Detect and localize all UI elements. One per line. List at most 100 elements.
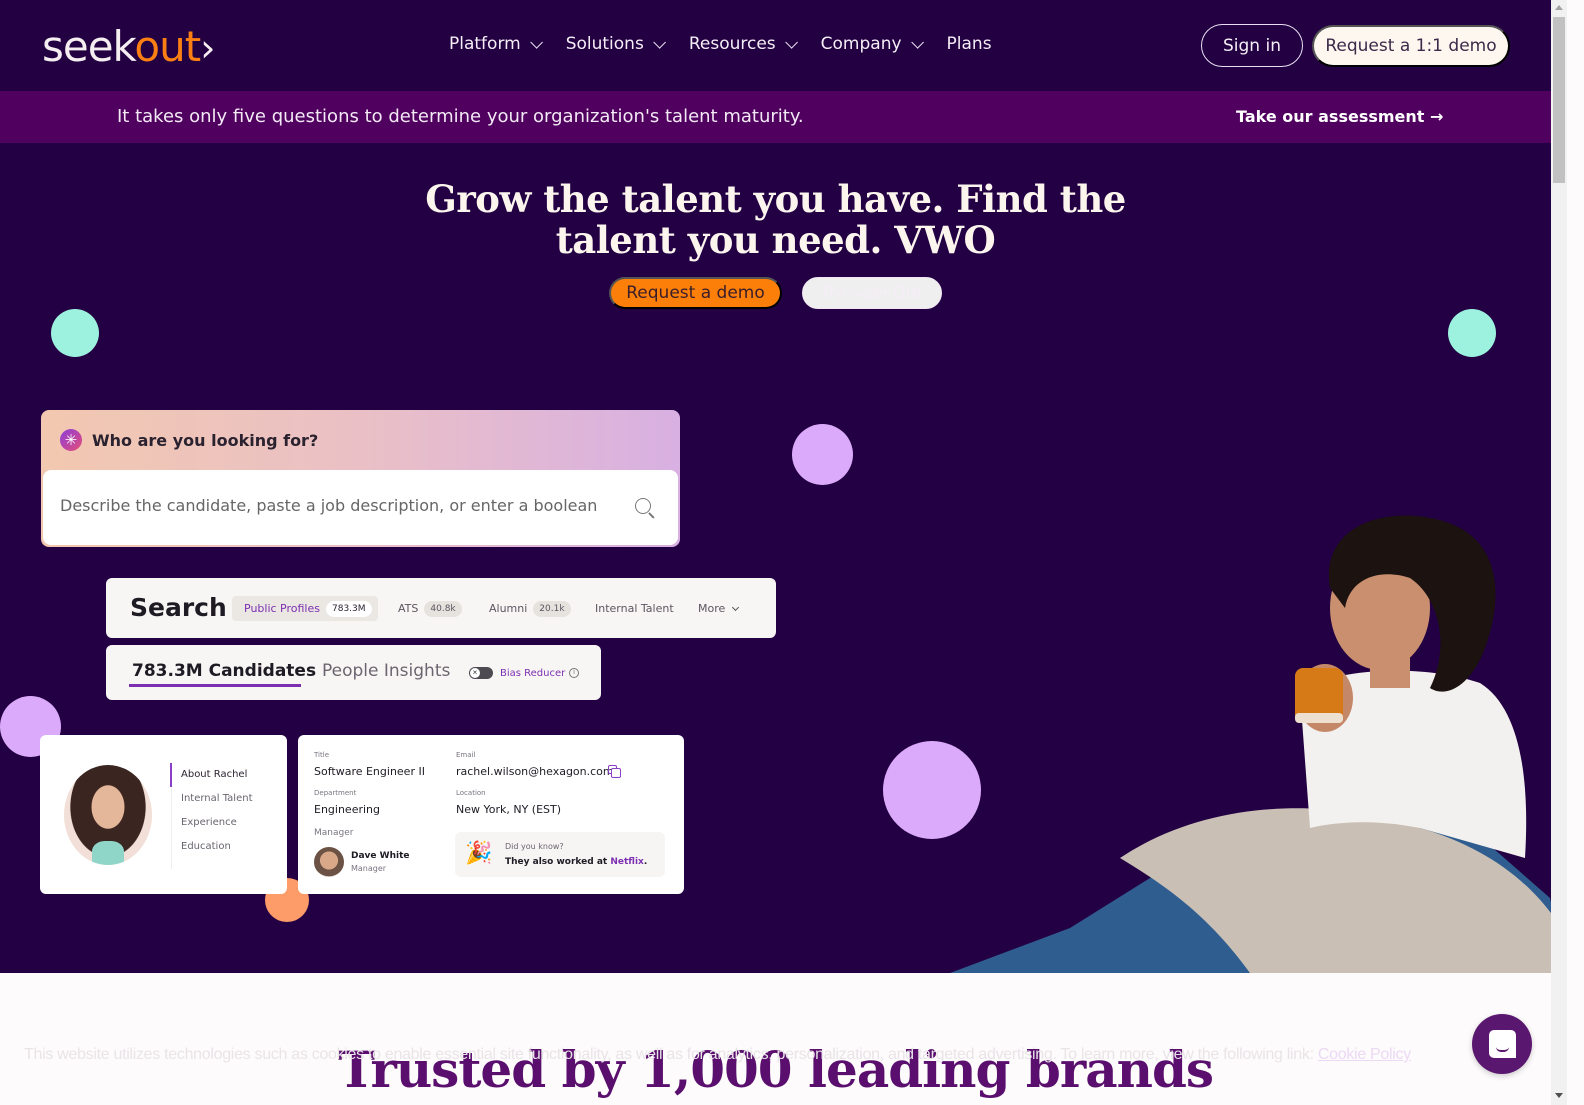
logo-text-seek: seek	[42, 22, 135, 71]
search-input-container	[43, 470, 678, 545]
location-value: New York, NY (EST)	[456, 803, 562, 816]
hero-title-line-1: Grow the talent you have. Find the	[425, 177, 1126, 221]
segment-count-badge: 40.8k	[424, 600, 462, 617]
title-value: Software Engineer II	[314, 765, 425, 778]
avatar-dave	[314, 847, 344, 877]
segment-public-profiles[interactable]: Public Profiles 783.3M	[232, 596, 378, 621]
segment-label: ATS	[398, 602, 419, 615]
sign-in-button[interactable]: Sign in	[1201, 24, 1303, 67]
copy-icon[interactable]	[608, 765, 621, 778]
search-source-bar: Search Public Profiles 783.3M ATS 40.8k …	[106, 578, 776, 638]
results-tabs-bar: 783.3M Candidates People Insights Bias R…	[106, 645, 601, 700]
segment-ats[interactable]: ATS 40.8k	[386, 596, 462, 621]
nav-item-label: Company	[820, 34, 902, 54]
chevron-down-icon	[784, 35, 798, 49]
avatar-rachel	[64, 765, 152, 865]
take-assessment-link[interactable]: Take our assessment →	[1236, 107, 1443, 126]
section-experience[interactable]: Experience	[181, 817, 237, 828]
segment-count-badge: 783.3M	[326, 600, 372, 617]
company-link[interactable]: Netflix	[610, 857, 644, 867]
manager-name: Dave White	[351, 851, 410, 861]
segment-label: Alumni	[489, 602, 528, 615]
try-seekout-button[interactable]: Try SeekOut	[802, 277, 942, 309]
manager-role: Manager	[351, 864, 387, 873]
nav-item-company[interactable]: Company	[820, 34, 924, 54]
info-icon[interactable]: i	[569, 668, 579, 678]
hero-woman-photo	[950, 515, 1567, 973]
search-icon[interactable]	[635, 498, 651, 514]
scroll-up-arrow-icon[interactable]	[1555, 5, 1563, 10]
bias-reducer-label: Bias Reducer	[500, 668, 566, 679]
mug-base	[1295, 713, 1343, 723]
scroll-down-arrow-icon[interactable]	[1555, 1093, 1563, 1098]
bias-reducer-toggle[interactable]	[469, 667, 493, 679]
chevron-down-icon	[653, 35, 666, 49]
cookie-notice-text: This website utilizes technologies such …	[24, 1046, 1318, 1063]
segment-label: More	[698, 602, 726, 615]
profile-details-card: Title Software Engineer II Email rachel.…	[298, 735, 684, 894]
page-scrollbar[interactable]	[1551, 0, 1567, 1105]
nav-item-label: Resources	[688, 34, 776, 54]
request-demo-button[interactable]: Request a demo	[609, 277, 782, 309]
logo-text-out: out	[134, 22, 201, 71]
hero-title: Grow the talent you have. Find the talen…	[0, 179, 1551, 261]
nav-item-label: Solutions	[565, 34, 644, 54]
email-label: Email	[456, 751, 476, 759]
search-prompt-label: Who are you looking for?	[92, 431, 319, 450]
main-menu: Platform Solutions Resources Company Pla…	[449, 34, 1019, 54]
section-internal-talent[interactable]: Internal Talent	[181, 793, 253, 804]
department-value: Engineering	[314, 803, 380, 816]
nav-item-solutions[interactable]: Solutions	[565, 34, 666, 54]
segment-more-dropdown[interactable]: More	[686, 596, 740, 621]
tab-candidates[interactable]: 783.3M Candidates	[132, 661, 316, 681]
location-label: Location	[456, 789, 486, 797]
cookie-notice: This website utilizes technologies such …	[24, 1046, 1411, 1064]
sparkle-icon: ✳	[60, 429, 82, 451]
chevron-down-icon	[529, 35, 543, 49]
did-you-know-title: Did you know?	[505, 842, 564, 851]
nav-item-label: Plans	[946, 34, 992, 54]
chat-launcher-button[interactable]	[1472, 1014, 1532, 1074]
decorative-circle-mint-right	[1448, 309, 1496, 357]
manager-label: Manager	[314, 828, 354, 838]
section-about[interactable]: About Rachel	[181, 769, 247, 780]
did-you-know-box: 🎉 Did you know? They also worked at Netf…	[455, 832, 665, 877]
segment-count-badge: 20.1k	[533, 600, 571, 617]
segment-label: Public Profiles	[244, 602, 320, 615]
logo-chevron-icon: ›	[200, 26, 215, 70]
did-you-know-text: They also worked at Netflix.	[505, 857, 647, 867]
hero-title-line-2: talent you need. VWO	[555, 218, 996, 262]
section-education[interactable]: Education	[181, 841, 231, 852]
search-title: Search	[130, 593, 227, 622]
nav-item-platform[interactable]: Platform	[449, 34, 543, 54]
nav-item-label: Platform	[449, 34, 521, 54]
page: seekout› Platform Solutions Resources Co…	[0, 0, 1567, 1105]
profile-nav-card: About Rachel Internal Talent Experience …	[40, 735, 287, 894]
request-demo-nav-button[interactable]: Request a 1:1 demo	[1312, 25, 1510, 67]
segment-label: Internal Talent	[595, 602, 674, 615]
chevron-down-icon	[910, 35, 924, 49]
tab-people-insights[interactable]: People Insights	[322, 661, 450, 681]
decorative-circle-mint-left	[51, 309, 99, 357]
chat-bubble-icon	[1489, 1030, 1516, 1058]
nav-item-plans[interactable]: Plans	[947, 34, 992, 54]
segment-alumni[interactable]: Alumni 20.1k	[477, 596, 571, 621]
top-nav: seekout› Platform Solutions Resources Co…	[0, 0, 1567, 91]
scrollbar-thumb[interactable]	[1553, 17, 1565, 183]
candidate-search-input[interactable]	[60, 496, 620, 515]
hero-section: Grow the talent you have. Find the talen…	[0, 143, 1567, 973]
seekout-logo[interactable]: seekout›	[42, 22, 215, 71]
banner-text: It takes only five questions to determin…	[117, 106, 804, 127]
title-label: Title	[314, 751, 330, 759]
assessment-banner: It takes only five questions to determin…	[0, 91, 1567, 143]
active-section-indicator	[170, 763, 172, 787]
department-label: Department	[314, 789, 357, 797]
decorative-circle-lilac-top	[792, 424, 853, 485]
segment-internal-talent[interactable]: Internal Talent	[583, 596, 674, 621]
chevron-down-icon	[732, 603, 740, 611]
nav-item-resources[interactable]: Resources	[688, 34, 798, 54]
cookie-policy-link[interactable]: Cookie Policy	[1318, 1046, 1411, 1063]
party-popper-icon: 🎉	[465, 840, 493, 865]
candidate-search-card: ✳ Who are you looking for?	[41, 410, 680, 547]
did-you-know-suffix: .	[643, 857, 648, 867]
